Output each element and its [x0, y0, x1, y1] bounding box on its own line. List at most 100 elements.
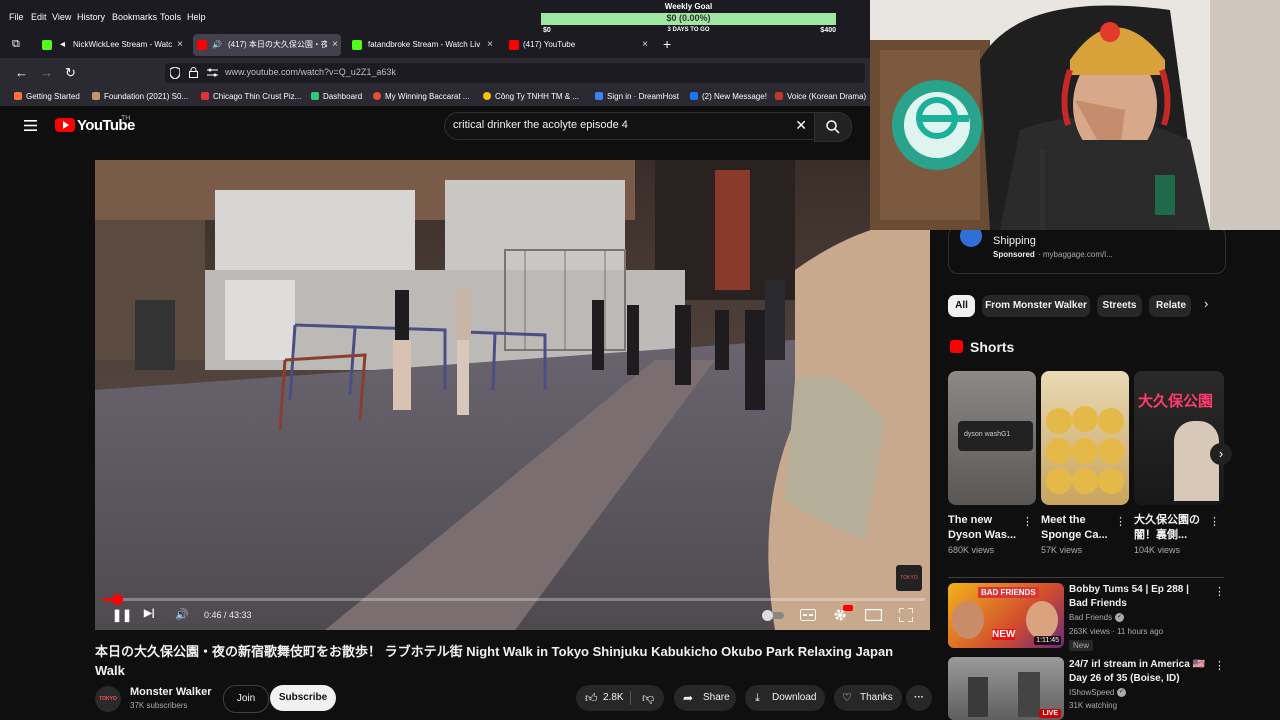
chip-from-channel[interactable]: From Monster Walker: [982, 295, 1090, 317]
fullscreen-icon[interactable]: [899, 608, 913, 622]
bookmark-favicon-icon: [595, 92, 603, 100]
bookmark-item[interactable]: Sign in · DreamHost: [595, 92, 679, 101]
video-player[interactable]: TOKYO: [95, 160, 930, 630]
menu-history[interactable]: History: [77, 12, 105, 22]
short-menu-icon[interactable]: ⋮: [1115, 515, 1126, 528]
ad-domain: · mybaggage.com/l...: [1038, 250, 1113, 259]
close-icon[interactable]: ×: [642, 34, 648, 56]
recommendation-menu-icon[interactable]: ⋮: [1214, 585, 1225, 598]
person-face: [1026, 601, 1058, 639]
shorts-next-button[interactable]: ›: [1210, 443, 1232, 465]
reload-button[interactable]: ↻: [65, 65, 76, 81]
theater-mode-icon[interactable]: [865, 609, 882, 621]
short-views: 57K views: [1041, 545, 1083, 555]
chip-related[interactable]: Relate: [1149, 295, 1191, 317]
menu-view[interactable]: View: [52, 12, 71, 22]
thanks-heart-icon: ♡: [842, 692, 852, 704]
tab-youtube-home[interactable]: (417) YouTube ×: [503, 34, 651, 56]
video-frame: [95, 160, 930, 630]
tab-list-icon[interactable]: ⧉: [12, 38, 20, 51]
short-menu-icon[interactable]: ⋮: [1209, 515, 1220, 528]
recommendation-thumbnail[interactable]: LIVE: [948, 657, 1064, 720]
join-button[interactable]: Join: [223, 685, 269, 713]
thanks-button[interactable]: ♡ Thanks: [834, 685, 902, 711]
short-thumbnail[interactable]: 大久保公園: [1134, 371, 1224, 505]
subscribe-button[interactable]: Subscribe: [270, 685, 336, 711]
address-bar[interactable]: www.youtube.com/watch?v=Q_u2Z1_a63k: [165, 63, 865, 83]
short-menu-icon[interactable]: ⋮: [1022, 515, 1033, 528]
bookmark-label: Dashboard: [323, 92, 363, 101]
autoplay-toggle-icon[interactable]: [762, 610, 784, 621]
dislike-button[interactable]: 👎︎: [642, 685, 654, 711]
bookmark-item[interactable]: (2) New Message!: [690, 92, 767, 101]
kick-icon: [352, 40, 362, 50]
thumbs-up-icon: 👍︎: [585, 691, 598, 705]
short-thumbnail[interactable]: dyson washG1: [948, 371, 1036, 505]
recommendation-channel[interactable]: IShowSpeed: [1069, 688, 1114, 697]
short-thumbnail[interactable]: [1041, 371, 1129, 505]
short-title[interactable]: Meet the Sponge Ca...: [1041, 513, 1119, 543]
pause-button[interactable]: ❚❚: [112, 608, 132, 622]
permissions-icon[interactable]: [207, 68, 218, 77]
channel-name[interactable]: Monster Walker: [130, 686, 212, 698]
download-icon: ⤓: [755, 692, 760, 704]
search-query: critical drinker the acolyte episode 4: [453, 119, 628, 131]
tab-fatandbroke[interactable]: fatandbroke Stream - Watch Liv ×: [348, 34, 496, 56]
shield-icon[interactable]: [170, 67, 180, 79]
bookmark-item[interactable]: My Winning Baccarat ...: [373, 92, 469, 101]
close-icon[interactable]: ×: [487, 34, 493, 56]
recommendation-channel[interactable]: Bad Friends: [1069, 613, 1112, 622]
recommendation-thumbnail[interactable]: BAD FRIENDS NEW 1:11:45: [948, 583, 1064, 648]
hamburger-menu-icon[interactable]: [24, 120, 37, 131]
channel-watermark[interactable]: TOKYO: [896, 565, 922, 591]
menu-edit[interactable]: Edit: [31, 12, 47, 22]
bookmark-item[interactable]: Foundation (2021) S0...: [92, 92, 188, 101]
tab-youtube-video[interactable]: 🔊 (417) 本日の大久保公園・夜 ×: [193, 34, 341, 56]
menu-file[interactable]: File: [9, 12, 24, 22]
bookmark-item[interactable]: Công Ty TNHH TM & ...: [483, 92, 579, 101]
new-tab-button[interactable]: +: [663, 36, 671, 52]
short-title[interactable]: 大久保公園の闇！裏側...: [1134, 513, 1212, 543]
goal-title: Weekly Goal: [664, 2, 713, 11]
subtitles-icon[interactable]: [800, 609, 816, 621]
like-dislike-group: 👍︎ 2.8K 👎︎: [576, 685, 664, 711]
recommendation-title[interactable]: Bobby Tums 54 | Ep 288 | Bad Friends: [1069, 583, 1209, 611]
sponge-cakes-image: [1046, 406, 1124, 494]
audio-playing-icon[interactable]: 🔊: [212, 34, 222, 56]
like-button[interactable]: 👍︎ 2.8K: [576, 685, 628, 711]
back-button[interactable]: ←: [15, 65, 28, 80]
more-actions-button[interactable]: ···: [906, 685, 932, 711]
thumb-new-text: NEW: [992, 629, 1016, 640]
volume-button[interactable]: 🔊: [175, 608, 189, 621]
bookmark-item[interactable]: Getting Started: [14, 92, 80, 101]
sponsored-ad-card[interactable]: Shipping Sponsored · mybaggage.com/l...: [948, 225, 1226, 274]
chips-next-icon[interactable]: ›: [1204, 296, 1208, 311]
next-button[interactable]: ▶|: [144, 608, 155, 619]
recommendation-menu-icon[interactable]: ⋮: [1214, 659, 1225, 672]
menu-tools[interactable]: Tools: [160, 12, 181, 22]
play-triangle-icon: [63, 121, 69, 129]
short-title[interactable]: The new Dyson Was...: [948, 513, 1026, 543]
tab-nickwicklee[interactable]: ◂ NickWickLee Stream - Watc ×: [38, 34, 186, 56]
chip-all[interactable]: All: [948, 295, 975, 317]
search-button[interactable]: [814, 112, 852, 142]
bookmark-item[interactable]: Voice (Korean Drama): [775, 92, 866, 101]
search-input[interactable]: critical drinker the acolyte episode 4 ✕: [444, 112, 816, 140]
thumb-overlay-text: BAD FRIENDS: [978, 587, 1039, 598]
country-code: TH: [121, 115, 131, 122]
recommendation-title[interactable]: 24/7 irl stream in America 🇺🇸 Day 26 of …: [1069, 658, 1209, 686]
close-icon[interactable]: ×: [332, 34, 338, 56]
forward-button[interactable]: →: [40, 65, 53, 80]
menu-help[interactable]: Help: [187, 12, 206, 22]
lock-icon[interactable]: [189, 67, 198, 78]
bookmark-item[interactable]: Dashboard: [311, 92, 362, 101]
download-button[interactable]: ⤓ Download: [745, 685, 825, 711]
bookmark-item[interactable]: Chicago Thin Crust Piz...: [201, 92, 301, 101]
subscriber-count: 37K subscribers: [130, 701, 188, 710]
menu-bookmarks[interactable]: Bookmarks: [112, 12, 157, 22]
channel-avatar[interactable]: TOKYO: [95, 686, 121, 712]
close-icon[interactable]: ×: [177, 34, 183, 56]
share-button[interactable]: ➦ Share: [674, 685, 736, 711]
clear-search-icon[interactable]: ✕: [795, 117, 807, 134]
chip-streets[interactable]: Streets: [1097, 295, 1142, 317]
